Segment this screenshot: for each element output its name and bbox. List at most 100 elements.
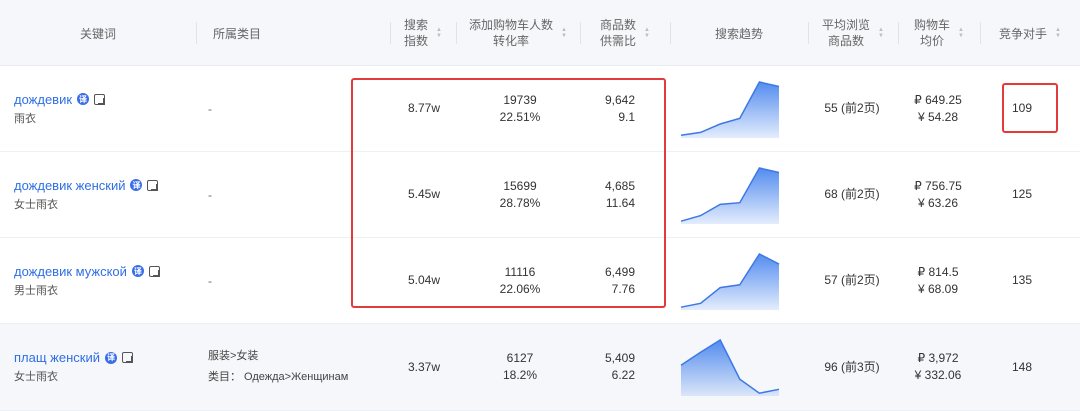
competitors-cell: 148 <box>990 324 1054 410</box>
sort-icon[interactable]: ▲ ▼ <box>1055 27 1061 39</box>
table-row: дождевик мужской 译 男士雨衣 - 5.04w 11116 22… <box>0 238 1080 324</box>
sort-icon[interactable]: ▲ ▼ <box>561 27 567 39</box>
supply-ratio: 6.22 <box>611 368 635 382</box>
trend-cell <box>670 152 790 237</box>
supply-cell: 9,642 9.1 <box>585 66 635 151</box>
keyword-cell: дождевик женский 译 女士雨衣 <box>14 152 194 237</box>
conversion-rate: 22.51% <box>499 109 541 124</box>
price-cny: ¥ 54.28 <box>917 109 959 124</box>
price-cny: ¥ 68.09 <box>917 281 959 296</box>
cart-cell: 19739 22.51% <box>470 66 570 151</box>
header-trend-label: 搜索趋势 <box>714 26 763 41</box>
translate-icon[interactable]: 译 <box>77 93 90 105</box>
competitors-cell: 135 <box>990 238 1054 323</box>
category-label: 类目： Одежда>Женщинам <box>208 371 349 383</box>
search-index-value: 3.37w <box>407 359 440 374</box>
supply-ratio: 9.1 <box>618 109 635 124</box>
translate-icon[interactable]: 译 <box>131 265 144 277</box>
cart-cell: 11116 22.06% <box>470 238 570 323</box>
category-empty: - <box>208 101 212 116</box>
cart-cell: 15699 28.78% <box>470 152 570 237</box>
views-value: 96 (前3页) <box>824 359 880 374</box>
table-row: дождевик женский 译 女士雨衣 - 5.45w 15699 28… <box>0 152 1080 238</box>
views-cell: 96 (前3页) <box>812 324 892 410</box>
header-cart[interactable]: 添加购物车人数 转化率 ▲ ▼ <box>456 0 580 66</box>
cart-count: 15699 <box>503 178 537 193</box>
cart-cell: 6127 18.2% <box>470 324 570 410</box>
category-cell: - <box>208 66 378 151</box>
header-trend: 搜索趋势 <box>670 0 808 66</box>
keyword-translation: 雨衣 <box>14 112 36 125</box>
header-supply-line1: 商品数 <box>600 18 637 32</box>
sort-icon[interactable]: ▲ ▼ <box>958 27 964 39</box>
copy-icon[interactable] <box>94 93 106 105</box>
category-empty: - <box>208 187 212 202</box>
competitors-cell: 125 <box>990 152 1054 237</box>
header-supply[interactable]: 商品数 供需比 ▲ ▼ <box>580 0 670 66</box>
header-views-line2: 商品数 <box>828 34 865 48</box>
category-path: 服装>女装 <box>208 350 259 362</box>
supply-ratio: 11.64 <box>605 195 635 210</box>
header-views[interactable]: 平均浏览 商品数 ▲ ▼ <box>808 0 898 66</box>
views-value: 55 (前2页) <box>824 101 880 115</box>
goods-count: 4,685 <box>604 178 635 193</box>
header-competitors[interactable]: 竞争对手 ▲ ▼ <box>980 0 1080 66</box>
keyword-link[interactable]: дождевик женский <box>14 178 125 193</box>
header-price[interactable]: 购物车 均价 ▲ ▼ <box>898 0 980 66</box>
keyword-link[interactable]: плащ женский <box>14 350 100 365</box>
keyword-translation: 女士雨衣 <box>14 198 58 211</box>
keyword-translation: 女士雨衣 <box>14 371 58 383</box>
search-index-cell: 8.77w <box>390 66 440 151</box>
competitors-cell: 109 <box>990 66 1054 151</box>
header-search-index-line2: 指数 <box>404 34 429 48</box>
header-supply-line2: 供需比 <box>600 34 637 48</box>
table-row: дождевик 译 雨衣 - 8.77w 19739 22.51% 9,642… <box>0 66 1080 152</box>
sort-icon[interactable]: ▲ ▼ <box>644 27 650 39</box>
conversion-rate: 28.78% <box>499 195 541 210</box>
price-cny: ¥ 332.06 <box>914 368 962 382</box>
price-rub: ₽ 3,972 <box>917 351 959 365</box>
trend-sparkline <box>680 166 780 224</box>
goods-count: 6,499 <box>604 264 635 279</box>
price-rub: ₽ 814.5 <box>917 264 959 279</box>
cart-count: 11116 <box>504 264 536 279</box>
supply-cell: 5,409 6.22 <box>585 324 635 410</box>
trend-area <box>681 167 779 224</box>
translate-icon[interactable]: 译 <box>130 179 143 191</box>
header-views-line1: 平均浏览 <box>822 18 871 32</box>
price-rub: ₽ 649.25 <box>914 92 962 107</box>
supply-cell: 6,499 7.76 <box>585 238 635 323</box>
keyword-link[interactable]: дождевик <box>14 92 72 107</box>
views-cell: 55 (前2页) <box>812 66 892 151</box>
keyword-cell: дождевик 译 雨衣 <box>14 66 194 151</box>
copy-icon[interactable] <box>148 265 160 277</box>
header-cart-line1: 添加购物车人数 <box>469 18 554 32</box>
price-cell: ₽ 3,972 ¥ 332.06 <box>898 324 978 410</box>
competitors-value: 148 <box>1011 359 1033 374</box>
header-cart-line2: 转化率 <box>493 34 530 48</box>
copy-icon[interactable] <box>147 179 159 191</box>
goods-count: 5,409 <box>604 351 635 365</box>
header-price-line2: 均价 <box>920 34 945 48</box>
trend-cell <box>670 238 790 323</box>
keyword-link[interactable]: дождевик мужской <box>14 264 127 279</box>
sort-icon[interactable]: ▲ ▼ <box>436 27 442 39</box>
header-category-label: 所属类目 <box>213 26 262 41</box>
search-index-value: 5.04w <box>407 273 440 287</box>
price-cell: ₽ 649.25 ¥ 54.28 <box>898 66 978 151</box>
search-index-value: 8.77w <box>407 101 440 115</box>
sort-icon[interactable]: ▲ ▼ <box>878 27 884 39</box>
header-keyword-label: 关键词 <box>79 26 116 41</box>
competitors-value: 135 <box>1011 273 1033 287</box>
keyword-translation: 男士雨衣 <box>14 284 58 297</box>
category-empty: - <box>208 273 212 288</box>
category-cell: - <box>208 152 378 237</box>
trend-cell <box>670 66 790 151</box>
search-index-cell: 3.37w <box>390 324 440 410</box>
price-cell: ₽ 756.75 ¥ 63.26 <box>898 152 978 237</box>
trend-sparkline <box>680 338 780 396</box>
translate-icon[interactable]: 译 <box>104 351 117 364</box>
header-search-index[interactable]: 搜索 指数 ▲ ▼ <box>390 0 456 66</box>
copy-icon[interactable] <box>121 352 133 363</box>
search-index-value: 5.45w <box>407 187 440 201</box>
